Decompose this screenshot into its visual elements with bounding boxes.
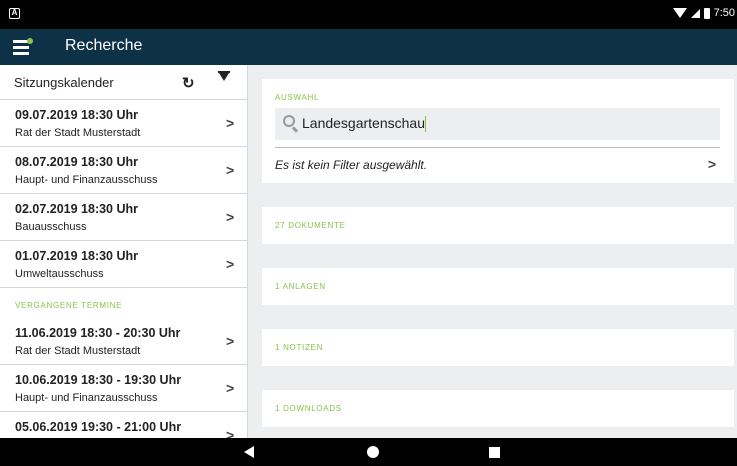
meeting-committee: Bauausschuss bbox=[15, 221, 87, 233]
filter-row[interactable]: Es ist kein Filter ausgewählt. > bbox=[275, 147, 720, 177]
meeting-committee: Umweltausschuss bbox=[15, 268, 104, 280]
search-icon bbox=[283, 115, 299, 133]
meeting-committee: Rat der Stadt Musterstadt bbox=[15, 127, 141, 139]
meeting-date: 09.07.2019 18:30 Uhr bbox=[15, 108, 139, 122]
main-content: AUSWAHL Landesgartenschau Es ist kein Fi… bbox=[262, 79, 734, 451]
home-icon[interactable] bbox=[367, 446, 379, 458]
meeting-date: 10.06.2019 18:30 - 19:30 Uhr bbox=[15, 373, 182, 387]
signal-icon bbox=[690, 8, 700, 18]
navigation-bar bbox=[0, 438, 737, 466]
meeting-committee: Haupt- und Finanzausschuss bbox=[15, 174, 158, 186]
auswahl-label: AUSWAHL bbox=[275, 93, 320, 102]
list-item[interactable]: 02.07.2019 18:30 Uhr Bauausschuss > bbox=[0, 194, 247, 241]
meeting-date: 05.06.2019 19:30 - 21:00 Uhr bbox=[15, 420, 182, 434]
list-item[interactable]: 01.07.2019 18:30 Uhr Umweltausschuss > bbox=[0, 241, 247, 288]
result-card-attachments[interactable]: 1 ANLAGEN bbox=[262, 268, 734, 305]
list-item[interactable]: 11.06.2019 18:30 - 20:30 Uhr Rat der Sta… bbox=[0, 318, 247, 365]
list-item[interactable]: 10.06.2019 18:30 - 19:30 Uhr Haupt- und … bbox=[0, 365, 247, 412]
result-label: 1 NOTIZEN bbox=[275, 343, 324, 352]
chevron-right-icon: > bbox=[226, 256, 235, 272]
recent-apps-icon[interactable] bbox=[489, 447, 500, 458]
chevron-right-icon: > bbox=[226, 162, 235, 178]
past-section-label: VERGANGENE TERMINE bbox=[15, 301, 123, 310]
menu-icon[interactable] bbox=[13, 38, 33, 56]
meeting-date: 01.07.2019 18:30 Uhr bbox=[15, 249, 139, 263]
meeting-committee: Rat der Stadt Musterstadt bbox=[15, 345, 141, 357]
result-label: 1 ANLAGEN bbox=[275, 282, 326, 291]
result-card-downloads[interactable]: 1 DOWNLOADS bbox=[262, 390, 734, 427]
text-cursor bbox=[425, 116, 426, 133]
meeting-committee: Haupt- und Finanzausschuss bbox=[15, 392, 158, 404]
page-title: Recherche bbox=[65, 37, 143, 54]
sidebar-header: Sitzungskalender ↻ bbox=[0, 65, 247, 100]
sidebar-header-label: Sitzungskalender bbox=[14, 75, 114, 90]
filter-icon[interactable] bbox=[218, 71, 230, 81]
chevron-right-icon: > bbox=[226, 427, 235, 438]
battery-icon bbox=[703, 7, 710, 19]
result-card-documents[interactable]: 27 DOKUMENTE bbox=[262, 207, 734, 244]
filter-text: Es ist kein Filter ausgewählt. bbox=[275, 158, 428, 172]
past-section-header: VERGANGENE TERMINE bbox=[0, 288, 247, 318]
status-icons: 7:50 bbox=[672, 7, 735, 19]
meeting-date: 11.06.2019 18:30 - 20:30 Uhr bbox=[15, 326, 181, 340]
chevron-right-icon: > bbox=[226, 333, 235, 349]
back-icon[interactable] bbox=[244, 446, 254, 458]
selection-card: AUSWAHL Landesgartenschau Es ist kein Fi… bbox=[262, 79, 734, 183]
result-label: 1 DOWNLOADS bbox=[275, 404, 342, 413]
chevron-right-icon: > bbox=[707, 156, 716, 172]
wifi-icon bbox=[672, 8, 687, 18]
chevron-right-icon: > bbox=[226, 115, 235, 131]
list-item[interactable]: 05.06.2019 19:30 - 21:00 Uhr > bbox=[0, 412, 247, 438]
sidebar: Sitzungskalender ↻ 09.07.2019 18:30 Uhr … bbox=[0, 65, 248, 438]
search-input[interactable]: Landesgartenschau bbox=[275, 108, 720, 140]
chevron-right-icon: > bbox=[226, 209, 235, 225]
result-card-notes[interactable]: 1 NOTIZEN bbox=[262, 329, 734, 366]
refresh-icon[interactable]: ↻ bbox=[182, 74, 195, 92]
status-time: 7:50 bbox=[713, 7, 735, 19]
meeting-date: 02.07.2019 18:30 Uhr bbox=[15, 202, 139, 216]
search-value: Landesgartenschau bbox=[302, 115, 425, 131]
chevron-right-icon: > bbox=[226, 380, 235, 396]
meeting-date: 08.07.2019 18:30 Uhr bbox=[15, 155, 139, 169]
list-item[interactable]: 09.07.2019 18:30 Uhr Rat der Stadt Muste… bbox=[0, 100, 247, 147]
result-label: 27 DOKUMENTE bbox=[275, 221, 346, 230]
status-bar: A 7:50 bbox=[0, 0, 737, 29]
list-item[interactable]: 08.07.2019 18:30 Uhr Haupt- und Finanzau… bbox=[0, 147, 247, 194]
notification-icon: A bbox=[9, 8, 20, 19]
app-bar: Recherche bbox=[0, 29, 737, 65]
